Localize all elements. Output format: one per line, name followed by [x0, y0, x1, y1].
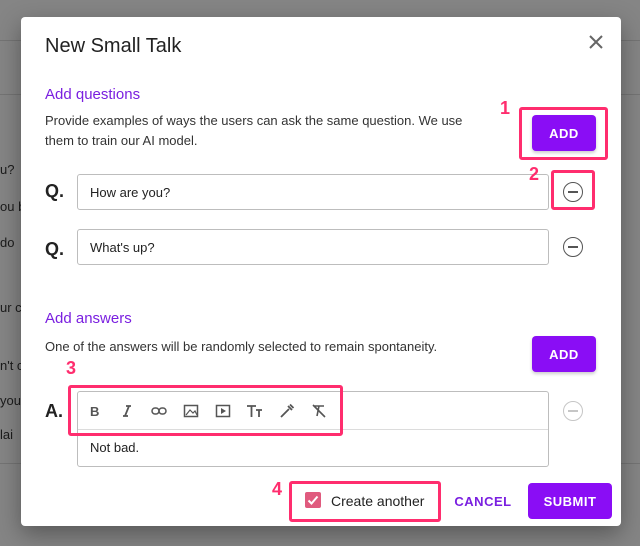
questions-description-line: Provide examples of ways the users can a… — [45, 113, 463, 128]
add-answer-button[interactable]: ADD — [532, 336, 596, 372]
remove-question-icon[interactable] — [563, 237, 583, 257]
answer-text[interactable]: Not bad. — [90, 440, 139, 455]
close-icon[interactable] — [584, 30, 608, 54]
step-number: 2 — [529, 164, 540, 184]
highlight-box — [289, 481, 441, 522]
submit-button[interactable]: SUBMIT — [528, 483, 612, 519]
cancel-button[interactable]: CANCEL — [450, 487, 516, 515]
remove-answer-icon — [563, 401, 583, 421]
add-questions-title: Add questions — [45, 86, 141, 103]
question-input[interactable] — [77, 174, 549, 210]
highlight-box — [519, 107, 608, 160]
highlight-box — [551, 170, 595, 210]
questions-description: Provide examples of ways the users can a… — [45, 111, 462, 151]
new-small-talk-dialog: New Small Talk Add questions Provide exa… — [21, 17, 621, 526]
question-input[interactable] — [77, 229, 549, 265]
add-answers-title: Add answers — [45, 310, 132, 327]
answer-label: A. — [45, 401, 63, 421]
step-number: 4 — [272, 479, 283, 499]
dialog-title: New Small Talk — [45, 35, 182, 57]
highlight-box — [68, 385, 343, 436]
answers-description: One of the answers will be randomly sele… — [45, 339, 438, 354]
step-number: 1 — [500, 98, 511, 118]
question-label: Q. — [45, 181, 65, 201]
question-label: Q. — [45, 239, 65, 259]
questions-description-line: them to train our AI model. — [45, 133, 198, 148]
step-number: 3 — [66, 358, 77, 378]
